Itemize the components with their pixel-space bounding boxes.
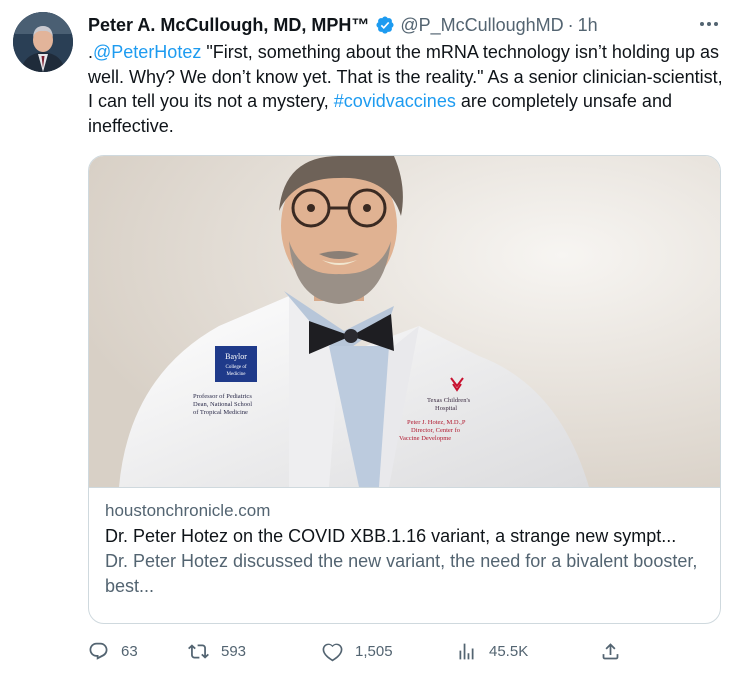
reply-icon	[88, 641, 109, 662]
share-button[interactable]	[600, 641, 621, 662]
coat-right-line-5: Vaccine Developme	[399, 435, 451, 442]
retweet-count: 593	[221, 642, 247, 660]
verified-badge-icon	[375, 15, 395, 35]
author-name[interactable]: Peter A. McCullough, MD, MPH™	[88, 13, 369, 37]
card-body: houstonchronicle.com Dr. Peter Hotez on …	[105, 499, 704, 599]
badge-line-1: Baylor	[225, 352, 247, 361]
coat-left-line-2: Dean, National School	[193, 401, 252, 408]
badge-line-3: Medicine	[227, 372, 247, 377]
views-button[interactable]: 45.5K	[456, 641, 600, 662]
tweet-timestamp[interactable]: 1h	[578, 13, 598, 37]
hashtag-link[interactable]: #covidvaccines	[334, 91, 456, 111]
coat-right-line-1: Texas Children's	[427, 397, 471, 404]
link-preview-card[interactable]: Baylor College of Medicine Professor of …	[88, 155, 721, 624]
author-handle[interactable]: @P_McCulloughMD	[400, 13, 563, 37]
card-image: Baylor College of Medicine Professor of …	[89, 156, 720, 488]
coat-left-line-3: of Tropical Medicine	[193, 409, 248, 416]
card-title[interactable]: Dr. Peter Hotez on the COVID XBB.1.16 va…	[105, 523, 704, 549]
card-domain: houstonchronicle.com	[105, 501, 271, 520]
reply-button[interactable]: 63	[88, 641, 188, 662]
retweet-button[interactable]: 593	[188, 641, 322, 662]
coat-right-line-2: Hospital	[435, 405, 457, 412]
tweet-header: Peter A. McCullough, MD, MPH™ @P_McCullo…	[88, 12, 723, 38]
more-options-icon[interactable]	[695, 14, 723, 34]
views-count: 45.5K	[489, 642, 529, 660]
avatar[interactable]	[13, 12, 73, 72]
coat-right-line-3: Peter J. Hotez, M.D.,P	[407, 419, 466, 426]
mention-link[interactable]: @PeterHotez	[93, 42, 201, 62]
views-icon	[456, 641, 477, 662]
like-icon	[322, 641, 343, 662]
tweet-text: .@PeterHotez "First, something about the…	[88, 40, 728, 138]
retweet-icon	[188, 641, 209, 662]
header-separator: ·	[567, 15, 574, 35]
coat-left-line-1: Professor of Pediatrics	[193, 393, 252, 400]
reply-count: 63	[121, 642, 138, 660]
badge-line-2: College of	[226, 365, 247, 370]
avatar-image	[13, 12, 73, 72]
card-description: Dr. Peter Hotez discussed the new varian…	[105, 551, 698, 596]
like-button[interactable]: 1,505	[322, 641, 456, 662]
like-count: 1,505	[355, 642, 393, 660]
share-icon	[600, 641, 621, 662]
coat-right-line-4: Director, Center fo	[411, 427, 460, 434]
tweet-actions: 63 593 1,505 45.5K	[88, 636, 628, 666]
